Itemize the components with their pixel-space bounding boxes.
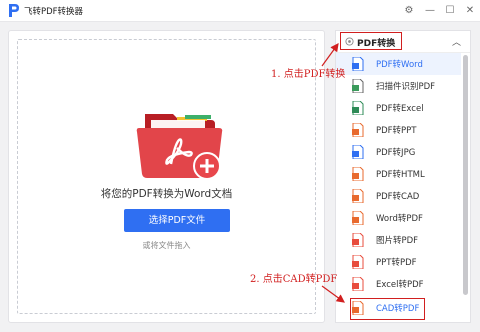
html-file-icon	[352, 167, 364, 181]
sidebar-item-cad-to-pdf[interactable]: CAD转PDF	[336, 297, 461, 320]
settings-icon[interactable]: ⚙	[400, 2, 418, 20]
sidebar-item-label: PDF转Word	[376, 60, 423, 70]
drag-hint-text: 或将文件拖入	[142, 241, 191, 250]
select-pdf-button[interactable]: 选择PDF文件	[124, 209, 230, 232]
sidebar-item-label: Word转PDF	[376, 214, 423, 224]
pdf-folder-icon	[136, 114, 223, 180]
sidebar-item-excel-to-pdf[interactable]: Excel转PDF	[336, 273, 461, 295]
sidebar-item-pdf-to-ppt[interactable]: PDF转PPT	[336, 119, 461, 141]
sidebar-header-label: PDF转换	[357, 39, 396, 49]
sidebar-item-pdf-to-cad[interactable]: PDF转CAD	[336, 185, 461, 207]
sidebar-item-label: Excel转PDF	[376, 280, 424, 290]
sidebar-item-label: PDF转Excel	[376, 104, 424, 114]
sidebar-item-pdf-to-html[interactable]: PDF转HTML	[336, 163, 461, 185]
sidebar-item-pdf-to-word[interactable]: PDF转Word	[336, 53, 461, 75]
excel-to-pdf-icon	[352, 277, 364, 291]
sidebar-item-label: PDF转CAD	[376, 192, 420, 202]
cad-to-pdf-icon	[352, 301, 364, 315]
sidebar-header-pdf-convert[interactable]: PDF转换 ︿	[336, 31, 470, 53]
sidebar-item-ppt-to-pdf[interactable]: PPT转PDF	[336, 251, 461, 273]
ppt-file-icon	[352, 123, 364, 137]
sidebar-item-label: PDF转JPG	[376, 148, 416, 158]
minimize-icon[interactable]: —	[421, 2, 439, 20]
drop-hint-text: 将您的PDF转换为Word文档	[100, 188, 233, 200]
excel-file-icon	[352, 101, 364, 115]
sidebar-item-label: PPT转PDF	[376, 258, 417, 268]
convert-icon	[345, 37, 354, 46]
sidebar-item-label: PDF转HTML	[376, 170, 425, 180]
chevron-up-icon[interactable]: ︿	[452, 35, 461, 48]
sidebar-item-image-to-pdf[interactable]: 图片转PDF	[336, 229, 461, 251]
title-bar: 飞转PDF转换器 ⚙ — ☐ ✕	[0, 0, 480, 22]
sidebar-item-pdf-to-excel[interactable]: PDF转Excel	[336, 97, 461, 119]
word-to-pdf-icon	[352, 211, 364, 225]
sidebar: PDF转换 ︿ PDF转Word 扫描件识别PDF PDF转Excel PDF转…	[335, 30, 471, 323]
sidebar-scrollbar[interactable]	[463, 55, 468, 295]
header-highlight-box: PDF转换	[340, 32, 402, 50]
sidebar-item-label: PDF转PPT	[376, 126, 417, 136]
jpg-file-icon	[352, 145, 364, 159]
annotation-step2: 2. 点击CAD转PDF	[250, 274, 338, 285]
scan-file-icon	[352, 79, 364, 93]
annotation-step1: 1. 点击PDF转换	[271, 69, 346, 80]
sidebar-item-label: CAD转PDF	[376, 304, 420, 314]
sidebar-item-label: 扫描件识别PDF	[376, 82, 436, 92]
app-logo-icon	[9, 4, 19, 17]
sidebar-item-word-to-pdf[interactable]: Word转PDF	[336, 207, 461, 229]
cad-file-icon	[352, 189, 364, 203]
close-icon[interactable]: ✕	[461, 2, 479, 20]
ppt-to-pdf-icon	[352, 255, 364, 269]
app-title: 飞转PDF转换器	[24, 7, 84, 17]
sidebar-item-label: 图片转PDF	[376, 236, 419, 246]
word-file-icon	[352, 57, 364, 71]
sidebar-item-pdf-to-jpg[interactable]: PDF转JPG	[336, 141, 461, 163]
maximize-icon[interactable]: ☐	[441, 2, 459, 20]
image-to-pdf-icon	[352, 233, 364, 247]
sidebar-item-scan-ocr[interactable]: 扫描件识别PDF	[336, 75, 461, 97]
